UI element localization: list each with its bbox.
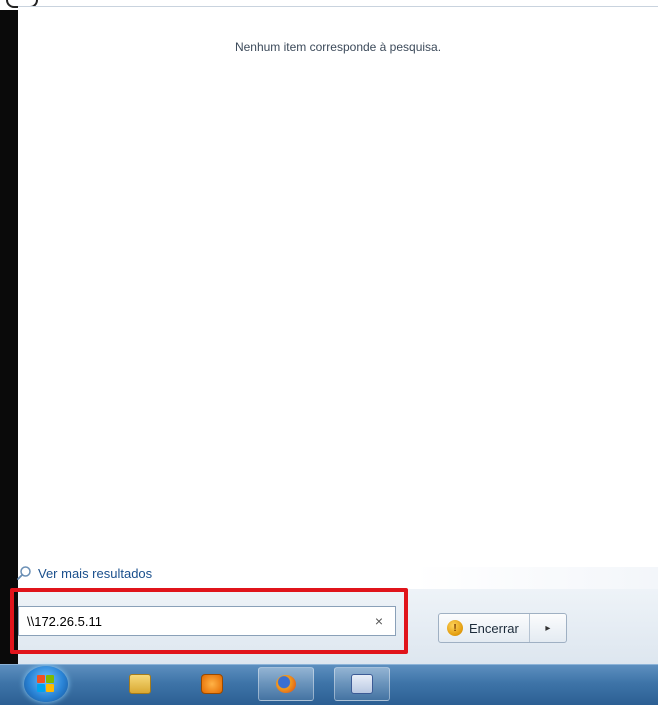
taskbar-item-media-player[interactable] <box>184 667 240 701</box>
firefox-icon <box>276 675 296 693</box>
media-player-icon <box>201 674 223 694</box>
no-results-message: Nenhum item corresponde à pesquisa. <box>234 40 442 54</box>
taskbar-item-word[interactable] <box>334 667 390 701</box>
see-more-results-link[interactable]: Ver mais resultados <box>16 565 152 581</box>
taskbar-item-windows-explorer[interactable] <box>112 667 168 701</box>
taskbar <box>0 664 658 705</box>
taskbar-item-firefox[interactable] <box>258 667 314 701</box>
shutdown-options-button[interactable]: ▸ <box>530 614 566 642</box>
red-highlight-box <box>10 588 408 654</box>
see-more-label: Ver mais resultados <box>38 565 153 581</box>
start-button[interactable] <box>14 663 78 705</box>
uac-shield-icon: ! <box>447 620 463 636</box>
folder-icon <box>129 674 151 694</box>
arrow-right-icon: ▸ <box>545 622 551 634</box>
windows-logo-icon <box>24 666 68 702</box>
shutdown-group: ! Encerrar ▸ <box>438 613 567 643</box>
shutdown-label: Encerrar <box>469 620 519 636</box>
search-results-pane: Nenhum item corresponde à pesquisa. <box>18 7 658 567</box>
search-icon <box>17 566 31 580</box>
word-icon <box>351 674 373 694</box>
shutdown-button[interactable]: ! Encerrar <box>439 614 530 642</box>
